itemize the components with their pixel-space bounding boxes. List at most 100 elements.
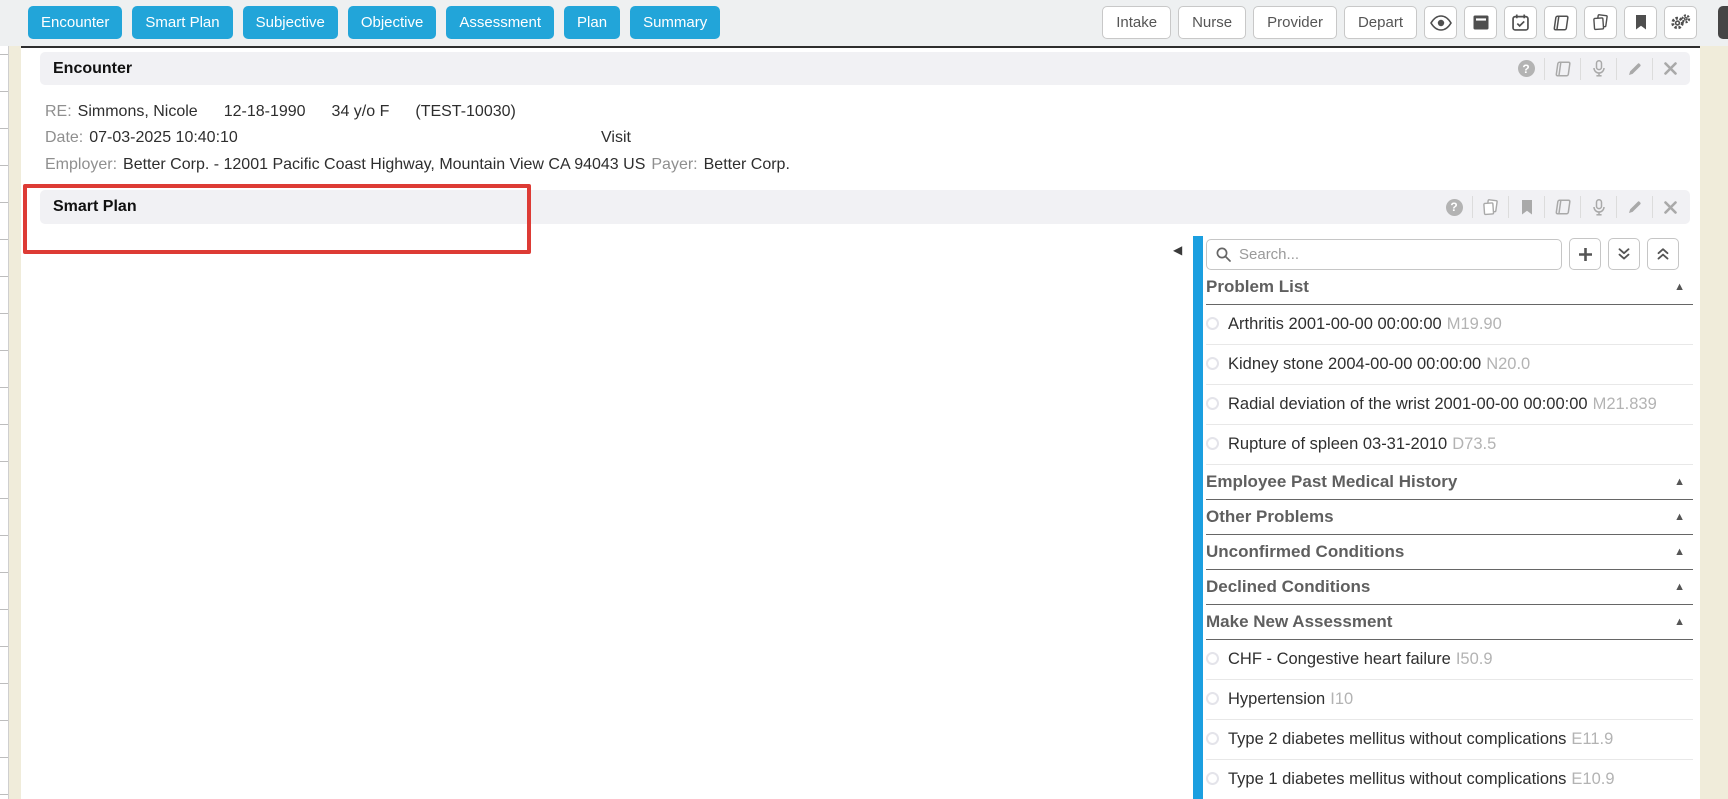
condition-text: Arthritis 2001-00-00 00:00:00 bbox=[1228, 315, 1442, 333]
condition-item[interactable]: Type 2 diabetes mellitus without complic… bbox=[1206, 720, 1693, 760]
re-label: RE: bbox=[45, 103, 72, 120]
close-icon bbox=[1664, 201, 1677, 214]
help-button[interactable]: ? bbox=[1436, 196, 1472, 218]
section-header-problem-list[interactable]: Problem List▲ bbox=[1206, 270, 1693, 305]
condition-text: Hypertension bbox=[1228, 690, 1325, 708]
radio-icon[interactable] bbox=[1206, 317, 1219, 330]
depart-button[interactable]: Depart bbox=[1344, 6, 1417, 39]
section-title: Declined Conditions bbox=[1206, 577, 1370, 597]
condition-item[interactable]: Arthritis 2001-00-00 00:00:00M19.90 bbox=[1206, 305, 1693, 345]
provider-button[interactable]: Provider bbox=[1253, 6, 1337, 39]
collapse-arrow-icon: ▲ bbox=[1674, 617, 1685, 628]
copy-button[interactable] bbox=[1472, 196, 1508, 218]
bookmark-button[interactable] bbox=[1508, 196, 1544, 218]
book-button[interactable] bbox=[1544, 6, 1577, 39]
section-header-other-problems[interactable]: Other Problems ▲ bbox=[1206, 500, 1693, 535]
pencil-button[interactable] bbox=[1616, 58, 1652, 80]
visit-label: Visit bbox=[601, 129, 631, 147]
section-header-unconfirmed-conditions[interactable]: Unconfirmed Conditions▲ bbox=[1206, 535, 1693, 570]
close-button[interactable] bbox=[1652, 196, 1688, 218]
copy-icon bbox=[1592, 14, 1609, 31]
bookmark-icon bbox=[1521, 200, 1533, 215]
microphone-icon bbox=[1593, 199, 1605, 216]
section-title: Other Problems bbox=[1206, 507, 1334, 527]
condition-item[interactable]: Type 1 diabetes mellitus without complic… bbox=[1206, 760, 1693, 799]
bookmark-button[interactable] bbox=[1624, 6, 1657, 39]
right-page-margin bbox=[1700, 46, 1728, 799]
pencil-button[interactable] bbox=[1616, 196, 1652, 218]
condition-text: CHF - Congestive heart failure bbox=[1228, 650, 1451, 668]
help-button[interactable]: ? bbox=[1508, 58, 1544, 80]
microphone-button[interactable] bbox=[1580, 196, 1616, 218]
patient-dob: 12-18-1990 bbox=[224, 103, 306, 120]
tab-subjective[interactable]: Subjective bbox=[243, 6, 338, 39]
condition-item[interactable]: Rupture of spleen 03-31-2010D73.5 bbox=[1206, 425, 1693, 465]
intake-button[interactable]: Intake bbox=[1102, 6, 1171, 39]
edge-panel-button[interactable] bbox=[1718, 6, 1728, 39]
chevron-double-up-button[interactable] bbox=[1647, 238, 1679, 270]
condition-code: E11.9 bbox=[1571, 730, 1613, 748]
encounter-date-row: Date:07-03-2025 10:40:10 bbox=[45, 129, 238, 147]
sidebar-collapse-icon[interactable]: ◀ bbox=[1173, 244, 1182, 256]
section-header-employee-past-medical-history[interactable]: Employee Past Medical History▲ bbox=[1206, 465, 1693, 500]
toolbar-right: IntakeNurseProviderDepart bbox=[1102, 6, 1697, 39]
tab-assessment[interactable]: Assessment bbox=[446, 6, 554, 39]
radio-icon[interactable] bbox=[1206, 437, 1219, 450]
section-title: Employee Past Medical History bbox=[1206, 472, 1457, 492]
sidebar-section-unconfirmed-conditions: Unconfirmed Conditions▲ bbox=[1206, 535, 1693, 570]
calendar-check-icon bbox=[1512, 14, 1529, 31]
book-button[interactable] bbox=[1544, 58, 1580, 80]
nurse-button[interactable]: Nurse bbox=[1178, 6, 1246, 39]
condition-item[interactable]: HypertensionI10 bbox=[1206, 680, 1693, 720]
radio-icon[interactable] bbox=[1206, 652, 1219, 665]
smart-plan-title: Smart Plan bbox=[53, 198, 137, 216]
radio-icon[interactable] bbox=[1206, 357, 1219, 370]
radio-icon[interactable] bbox=[1206, 732, 1219, 745]
search-input[interactable] bbox=[1206, 239, 1562, 270]
sidebar-toolbar-buttons bbox=[1562, 238, 1679, 270]
patient-record-id: (TEST-10030) bbox=[415, 103, 515, 120]
condition-item[interactable]: CHF - Congestive heart failureI50.9 bbox=[1206, 640, 1693, 680]
calendar-check-button[interactable] bbox=[1504, 6, 1537, 39]
radio-icon[interactable] bbox=[1206, 692, 1219, 705]
condition-text: Rupture of spleen 03-31-2010 bbox=[1228, 435, 1447, 453]
microphone-button[interactable] bbox=[1580, 58, 1616, 80]
book-button[interactable] bbox=[1544, 196, 1580, 218]
tab-encounter[interactable]: Encounter bbox=[28, 6, 122, 39]
section-header-declined-conditions[interactable]: Declined Conditions▲ bbox=[1206, 570, 1693, 605]
sidebar-toolbar bbox=[1206, 238, 1695, 270]
tab-objective[interactable]: Objective bbox=[348, 6, 437, 39]
sidebar-section-employee-past-medical-history: Employee Past Medical History▲ bbox=[1206, 465, 1693, 500]
left-page-margin bbox=[9, 46, 21, 799]
archive-button[interactable] bbox=[1464, 6, 1497, 39]
main-panel: Encounter ? RE: Simmons, Nicole 12-18-1990… bbox=[21, 46, 1700, 799]
smart-plan-header-actions: ? bbox=[1436, 190, 1688, 224]
tab-plan[interactable]: Plan bbox=[564, 6, 620, 39]
gears-button[interactable] bbox=[1664, 6, 1697, 39]
tab-summary[interactable]: Summary bbox=[630, 6, 720, 39]
help-icon: ? bbox=[1446, 199, 1463, 216]
sidebar-sections: Problem List▲Arthritis 2001-00-00 00:00:… bbox=[1206, 270, 1693, 799]
chevron-double-down-button[interactable] bbox=[1608, 238, 1640, 270]
patient-identity-row: RE:Simmons, Nicole12-18-199034 y/o F(TES… bbox=[45, 103, 516, 121]
eye-button[interactable] bbox=[1424, 6, 1457, 39]
tab-smart-plan[interactable]: Smart Plan bbox=[132, 6, 232, 39]
plus-button[interactable] bbox=[1569, 238, 1601, 270]
section-header-make-new-assessment[interactable]: Make New Assessment▲ bbox=[1206, 605, 1693, 640]
book-icon bbox=[1554, 61, 1571, 77]
condition-item[interactable]: Radial deviation of the wrist 2001-00-00… bbox=[1206, 385, 1693, 425]
pencil-icon bbox=[1627, 199, 1643, 215]
payer-value: Better Corp. bbox=[704, 156, 790, 173]
patient-name: Simmons, Nicole bbox=[78, 103, 198, 120]
condition-code: E10.9 bbox=[1571, 770, 1614, 788]
condition-item[interactable]: Kidney stone 2004-00-00 00:00:00N20.0 bbox=[1206, 345, 1693, 385]
copy-button[interactable] bbox=[1584, 6, 1617, 39]
encounter-title: Encounter bbox=[53, 60, 132, 78]
collapse-arrow-icon: ▲ bbox=[1674, 512, 1685, 523]
radio-icon[interactable] bbox=[1206, 772, 1219, 785]
sidebar-section-other-problems: Other Problems ▲ bbox=[1206, 500, 1693, 535]
sidebar-section-problem-list: Problem List▲Arthritis 2001-00-00 00:00:… bbox=[1206, 270, 1693, 465]
gears-icon bbox=[1670, 14, 1691, 31]
close-button[interactable] bbox=[1652, 58, 1688, 80]
radio-icon[interactable] bbox=[1206, 397, 1219, 410]
